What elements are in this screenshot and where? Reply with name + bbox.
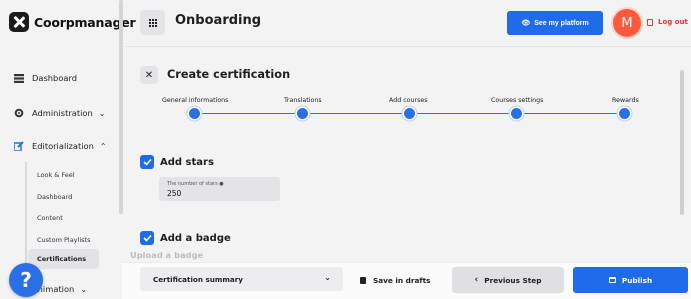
sidebar-subitem-look-and-feel[interactable]: Look & Feel — [37, 171, 75, 179]
chevron-up-icon: ⌃ — [99, 141, 107, 151]
logout-icon — [647, 18, 653, 26]
close-icon: ✕ — [144, 69, 154, 81]
dashboard-icon — [14, 73, 24, 83]
logout-label: Log out — [658, 18, 688, 26]
content-scrollbar[interactable] — [680, 70, 684, 215]
number-of-stars-value: 250 — [167, 189, 182, 198]
sidebar-subitem-custom-playlists[interactable]: Custom Playlists — [37, 236, 90, 244]
see-my-platform-button[interactable]: 👁 See my platform — [507, 11, 603, 35]
logout-link[interactable]: Log out — [647, 18, 688, 26]
step-connector — [200, 113, 296, 115]
sidebar-item-editorialization[interactable]: Editorialization ⌃ — [14, 141, 107, 151]
add-badge-row: Add a badge — [140, 231, 231, 245]
previous-step-button[interactable]: ‹ Previous Step — [452, 267, 564, 293]
edit-icon — [14, 141, 24, 151]
sidebar: Coorpmanager Dashboard Administration ⌄ … — [0, 0, 136, 299]
save-in-drafts-label: Save in drafts — [373, 275, 431, 285]
step-label-general[interactable]: General informations — [162, 97, 228, 104]
chevron-down-icon: ⌄ — [324, 273, 331, 282]
close-button[interactable]: ✕ — [140, 66, 158, 84]
publish-icon — [608, 277, 616, 283]
page-title: Onboarding — [175, 13, 262, 28]
upload-badge-label: Upload a badge — [130, 250, 204, 260]
step-dot-rewards[interactable] — [619, 108, 630, 119]
logo[interactable]: Coorpmanager — [9, 12, 136, 32]
certification-summary-dropdown[interactable]: Certification summary ⌄ — [140, 267, 343, 291]
chevron-left-icon: ‹ — [474, 275, 479, 285]
step-dot-add-courses[interactable] — [404, 108, 415, 119]
number-of-stars-label: The number of stars ● — [167, 181, 224, 187]
save-icon — [360, 276, 366, 284]
sidebar-item-label: Dashboard — [32, 73, 78, 83]
eye-icon: 👁 — [521, 20, 531, 27]
publish-label: Publish — [621, 275, 653, 285]
add-stars-row: Add stars — [140, 155, 214, 169]
app-root: Coorpmanager Dashboard Administration ⌄ … — [0, 0, 691, 299]
previous-step-label: Previous Step — [484, 275, 542, 285]
sidebar-subitem-certifications[interactable]: Certifications — [28, 249, 99, 269]
step-connector — [308, 113, 403, 115]
header-divider — [122, 46, 691, 47]
submenu-line — [25, 162, 27, 274]
checkmark-icon — [142, 234, 152, 242]
gear-icon — [14, 108, 24, 118]
step-label-add-courses[interactable]: Add courses — [389, 97, 428, 104]
help-button[interactable]: ? — [9, 263, 43, 297]
step-label-rewards[interactable]: Rewards — [612, 97, 639, 104]
sidebar-subitem-dashboard[interactable]: Dashboard — [37, 193, 72, 201]
grid-icon — [148, 18, 157, 27]
sidebar-item-label: Administration — [32, 108, 93, 118]
step-label-translations[interactable]: Translations — [284, 97, 322, 104]
step-dot-courses-settings[interactable] — [511, 108, 522, 119]
add-stars-checkbox[interactable] — [140, 155, 154, 169]
step-dot-translations[interactable] — [297, 108, 308, 119]
add-badge-checkbox[interactable] — [140, 231, 154, 245]
info-icon: ● — [219, 181, 224, 187]
sidebar-item-dashboard[interactable]: Dashboard — [14, 73, 77, 83]
avatar[interactable]: M — [613, 9, 641, 37]
logo-icon — [9, 12, 29, 32]
form-title: Create certification — [167, 68, 291, 81]
save-in-drafts-button[interactable]: Save in drafts — [360, 268, 430, 292]
number-of-stars-field[interactable]: The number of stars ● 250 — [159, 177, 280, 201]
sidebar-item-label: Editorialization — [32, 141, 94, 151]
checkmark-icon — [142, 158, 152, 166]
sidebar-subitem-content[interactable]: Content — [37, 214, 63, 222]
sidebar-scrollbar[interactable] — [119, 0, 123, 214]
publish-button[interactable]: Publish — [573, 267, 688, 293]
add-badge-label: Add a badge — [160, 232, 231, 244]
chevron-down-icon: ⌄ — [80, 284, 88, 294]
sidebar-item-administration[interactable]: Administration ⌄ — [14, 108, 105, 118]
step-connector — [415, 113, 510, 115]
apps-grid-button[interactable] — [140, 10, 165, 35]
certification-summary-label: Certification summary — [153, 274, 243, 284]
chevron-down-icon: ⌄ — [98, 108, 106, 118]
see-my-platform-label: See my platform — [534, 19, 589, 27]
step-dot-general[interactable] — [189, 108, 200, 119]
add-stars-label: Add stars — [160, 156, 214, 168]
step-connector — [522, 113, 618, 115]
step-label-courses-settings[interactable]: Courses settings — [491, 97, 543, 104]
